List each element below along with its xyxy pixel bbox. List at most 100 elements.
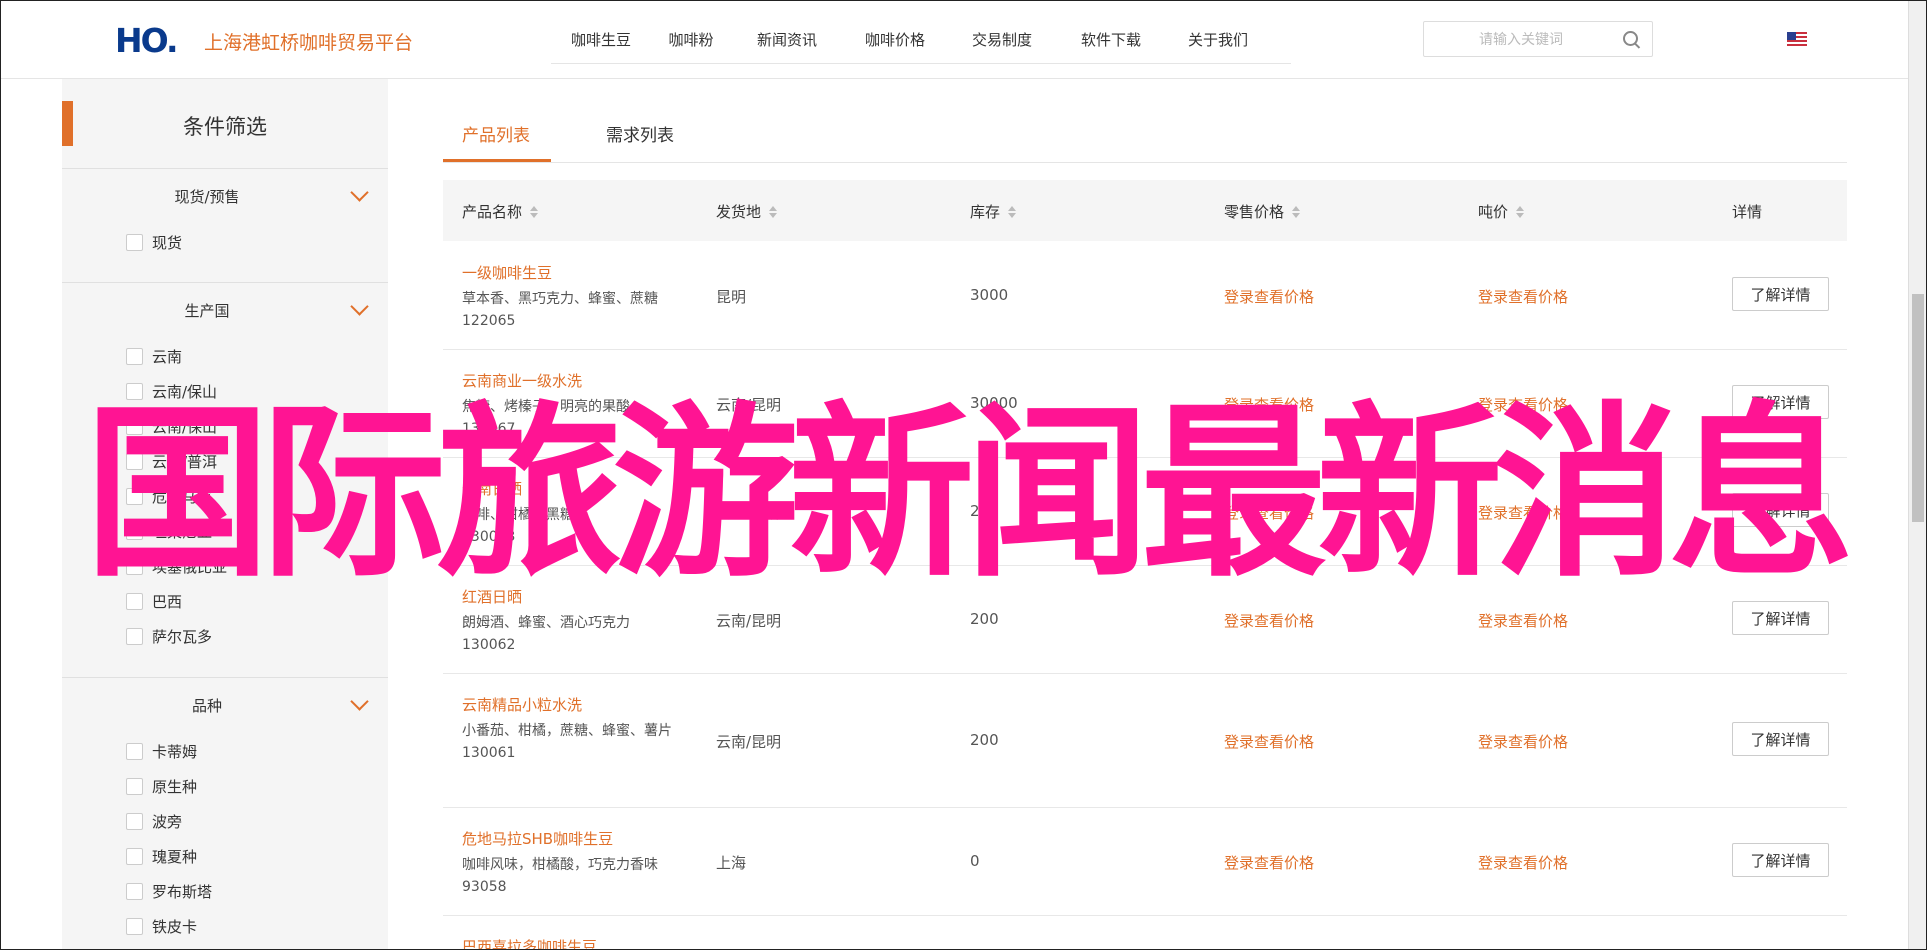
tab-demands[interactable]: 需求列表 — [606, 121, 674, 146]
stock-cell: 3000 — [970, 286, 1009, 304]
filter-option[interactable]: 原生种 — [62, 769, 388, 804]
filter-option[interactable]: 铁皮卡 — [62, 909, 388, 944]
checkbox[interactable] — [126, 778, 143, 795]
filter-group-title: 现货/预售 — [174, 188, 240, 206]
product-cell: 危地马拉SHB咖啡生豆 咖啡风味，柑橘酸，巧克力香味 93058 — [462, 828, 672, 895]
checkbox[interactable] — [126, 813, 143, 830]
filter-option[interactable]: 卡蒂姆 — [62, 734, 388, 769]
filter-group-title: 生产国 — [184, 302, 230, 320]
column-header-retail-price[interactable]: 零售价格 — [1224, 201, 1301, 222]
site-header: HO. 上海港虹桥咖啡贸易平台 咖啡生豆 咖啡粉 新闻资讯 咖啡价格 交易制度 … — [1, 1, 1908, 79]
filter-group-header[interactable]: 品种 — [62, 678, 388, 734]
retail-price-login-link[interactable]: 登录查看价格 — [1224, 610, 1314, 631]
filter-option[interactable]: 现货 — [62, 225, 388, 260]
stock-cell: 0 — [970, 852, 980, 870]
filter-group-availability: 现货/预售 现货 — [62, 168, 388, 260]
logo[interactable]: HO. — [115, 21, 179, 60]
product-id: 130062 — [462, 637, 516, 653]
checkbox[interactable] — [126, 628, 143, 645]
column-header-stock[interactable]: 库存 — [970, 201, 1017, 222]
main-nav: 咖啡生豆 咖啡粉 新闻资讯 咖啡价格 交易制度 软件下载 关于我们 — [551, 21, 1291, 64]
ton-price-login-link[interactable]: 登录查看价格 — [1478, 610, 1568, 631]
chevron-down-icon[interactable] — [350, 183, 369, 202]
detail-button[interactable]: 了解详情 — [1732, 843, 1829, 877]
ton-price-login-link[interactable]: 登录查看价格 — [1478, 286, 1568, 307]
nav-item-about[interactable]: 关于我们 — [1165, 21, 1271, 63]
table-header: 产品名称 发货地 库存 零售价格 吨价 详情 — [443, 180, 1847, 241]
filter-group-variety: 品种 卡蒂姆 原生种 波旁 瑰夏种 罗布斯塔 铁皮卡 — [62, 677, 388, 944]
filter-group-header[interactable]: 生产国 — [62, 283, 388, 339]
browser-frame: HO. 上海港虹桥咖啡贸易平台 咖啡生豆 咖啡粉 新闻资讯 咖啡价格 交易制度 … — [0, 0, 1927, 950]
sort-icon[interactable] — [769, 205, 778, 219]
search-input[interactable] — [1434, 24, 1608, 56]
product-name-link[interactable]: 危地马拉SHB咖啡生豆 — [462, 828, 672, 849]
us-flag-icon[interactable] — [1787, 32, 1807, 46]
product-cell: 云南精品小粒水洗 小番茄、柑橘，蔗糖、蜂蜜、薯片 130061 — [462, 694, 672, 761]
checkbox[interactable] — [126, 234, 143, 251]
filter-option[interactable]: 波旁 — [62, 804, 388, 839]
origin-cell: 云南/昆明 — [716, 612, 782, 630]
column-header-name[interactable]: 产品名称 — [462, 201, 539, 222]
product-id: 122065 — [462, 313, 516, 329]
table-row: 危地马拉SHB咖啡生豆 咖啡风味，柑橘酸，巧克力香味 93058 上海 0 登录… — [443, 807, 1847, 916]
checkbox[interactable] — [126, 883, 143, 900]
filter-option[interactable]: 瑰夏种 — [62, 839, 388, 874]
nav-item-download[interactable]: 软件下载 — [1057, 21, 1165, 63]
sort-icon[interactable] — [1516, 205, 1525, 219]
retail-price-login-link[interactable]: 登录查看价格 — [1224, 852, 1314, 873]
product-id: 130061 — [462, 745, 516, 761]
column-header-detail: 详情 — [1732, 203, 1763, 221]
table-row: 巴西喜拉多咖啡生豆 — [443, 915, 1847, 949]
ton-price-login-link[interactable]: 登录查看价格 — [1478, 731, 1568, 752]
origin-cell: 云南/昆明 — [716, 733, 782, 751]
column-header-ton-price[interactable]: 吨价 — [1478, 201, 1525, 222]
overlay-headline: 国际旅游新闻最新消息 — [84, 385, 1854, 602]
logo-mark: HO. — [115, 21, 179, 60]
filter-option[interactable]: 萨尔瓦多 — [62, 619, 388, 654]
retail-price-login-link[interactable]: 登录查看价格 — [1224, 286, 1314, 307]
column-header-origin[interactable]: 发货地 — [716, 201, 778, 222]
filter-group-title: 品种 — [191, 697, 222, 715]
active-tab-indicator — [443, 159, 551, 162]
nav-item-news[interactable]: 新闻资讯 — [731, 21, 843, 63]
checkbox[interactable] — [126, 848, 143, 865]
origin-cell: 上海 — [716, 854, 747, 872]
brand-name[interactable]: 上海港虹桥咖啡贸易平台 — [204, 28, 413, 55]
product-table: 产品名称 发货地 库存 零售价格 吨价 详情 一级咖啡生豆 草本香、黑巧克力、蜂… — [443, 180, 1847, 949]
tab-products[interactable]: 产品列表 — [462, 121, 530, 146]
product-name-link[interactable]: 云南精品小粒水洗 — [462, 694, 672, 715]
table-row: 云南精品小粒水洗 小番茄、柑橘，蔗糖、蜂蜜、薯片 130061 云南/昆明 20… — [443, 673, 1847, 808]
sort-icon[interactable] — [530, 205, 539, 219]
checkbox[interactable] — [126, 743, 143, 760]
filter-group-header[interactable]: 现货/预售 — [62, 169, 388, 225]
nav-item-prices[interactable]: 咖啡价格 — [843, 21, 947, 63]
detail-button[interactable]: 了解详情 — [1732, 601, 1829, 635]
detail-button[interactable]: 了解详情 — [1732, 722, 1829, 756]
product-cell: 巴西喜拉多咖啡生豆 — [462, 936, 597, 949]
chevron-down-icon[interactable] — [350, 692, 369, 711]
checkbox[interactable] — [126, 918, 143, 935]
nav-item-trade-rules[interactable]: 交易制度 — [947, 21, 1057, 63]
product-cell: 一级咖啡生豆 草本香、黑巧克力、蜂蜜、蔗糖 122065 — [462, 262, 672, 329]
detail-button[interactable]: 了解详情 — [1732, 277, 1829, 311]
chevron-down-icon[interactable] — [350, 297, 369, 316]
sort-icon[interactable] — [1292, 205, 1301, 219]
retail-price-login-link[interactable]: 登录查看价格 — [1224, 731, 1314, 752]
checkbox[interactable] — [126, 348, 143, 365]
product-name-link[interactable]: 一级咖啡生豆 — [462, 262, 672, 283]
product-description: 草本香、黑巧克力、蜂蜜、蔗糖 — [462, 291, 658, 307]
filter-option[interactable]: 云南 — [62, 339, 388, 374]
table-row: 一级咖啡生豆 草本香、黑巧克力、蜂蜜、蔗糖 122065 昆明 3000 登录查… — [443, 241, 1847, 350]
search-box — [1423, 21, 1653, 57]
ton-price-login-link[interactable]: 登录查看价格 — [1478, 852, 1568, 873]
product-id: 93058 — [462, 879, 507, 895]
product-name-link[interactable]: 巴西喜拉多咖啡生豆 — [462, 936, 597, 949]
product-description: 咖啡风味，柑橘酸，巧克力香味 — [462, 857, 658, 873]
product-description: 朗姆酒、蜂蜜、酒心巧克力 — [462, 615, 630, 631]
filter-option[interactable]: 罗布斯塔 — [62, 874, 388, 909]
sort-icon[interactable] — [1008, 205, 1017, 219]
nav-item-coffee-powder[interactable]: 咖啡粉 — [651, 21, 731, 63]
search-icon[interactable] — [1623, 31, 1638, 46]
nav-item-green-beans[interactable]: 咖啡生豆 — [551, 21, 651, 63]
stock-cell: 200 — [970, 731, 999, 749]
